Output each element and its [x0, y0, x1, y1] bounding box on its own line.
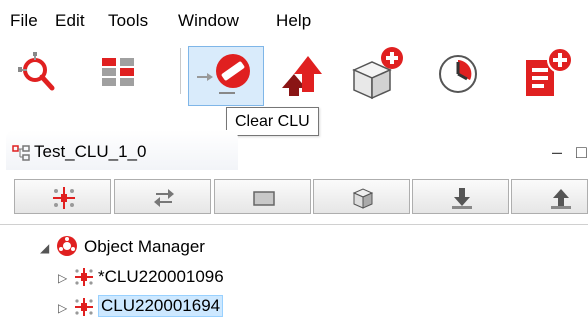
- download-button[interactable]: [412, 179, 509, 214]
- minimize-icon[interactable]: –: [552, 142, 562, 163]
- add-document-icon: [526, 47, 573, 96]
- tree-item-label: CLU220001694: [98, 295, 224, 317]
- clear-clu-button[interactable]: [188, 46, 264, 106]
- tab-label: Test_CLU_1_0: [34, 142, 147, 161]
- menu-window[interactable]: Window: [178, 11, 239, 31]
- swap-arrows-icon: [154, 189, 174, 207]
- clear-clu-icon: [197, 54, 250, 94]
- cube-button[interactable]: [313, 179, 410, 214]
- add-document-button[interactable]: [516, 44, 588, 100]
- layout-button[interactable]: [96, 44, 146, 100]
- menu-edit[interactable]: Edit: [55, 11, 85, 31]
- upload-button[interactable]: [511, 179, 588, 214]
- view-toolbar: [0, 177, 588, 217]
- clu-tree-icon: [12, 145, 30, 161]
- object-tree: ◢ Object Manager ▷ *CLU220001096 ▷ CLU22…: [0, 224, 588, 331]
- menu-help[interactable]: Help: [276, 11, 311, 31]
- swap-button[interactable]: [114, 179, 211, 214]
- tree-root-label: Object Manager: [84, 237, 205, 256]
- tree-root[interactable]: ◢ Object Manager: [0, 233, 588, 261]
- menu-bar: File Edit Tools Window Help: [0, 0, 588, 38]
- network-view-button[interactable]: [14, 179, 111, 214]
- expand-right-icon[interactable]: ▷: [58, 271, 67, 285]
- tab-test-clu[interactable]: Test_CLU_1_0: [6, 130, 238, 170]
- toolbar-separator: [180, 48, 181, 94]
- tree-item-label: *CLU220001096: [98, 267, 224, 286]
- layout-grid-icon: [102, 58, 134, 86]
- rectangle-button[interactable]: [214, 179, 311, 214]
- expand-down-icon[interactable]: ◢: [40, 241, 49, 255]
- menu-tools[interactable]: Tools: [108, 11, 148, 31]
- maximize-icon[interactable]: □: [576, 142, 587, 163]
- upload-arrows-button[interactable]: [272, 44, 322, 100]
- upload-arrows-icon: [282, 56, 322, 96]
- view-tab-bar: Test_CLU_1_0 – □: [0, 128, 588, 172]
- cube-icon: [352, 188, 374, 209]
- rectangle-icon: [253, 191, 275, 206]
- network-icon: [53, 187, 75, 209]
- clock-button[interactable]: [434, 44, 484, 100]
- tree-item[interactable]: ▷ CLU220001694: [0, 293, 588, 321]
- clock-icon: [439, 55, 477, 93]
- clu-node-icon: [75, 268, 93, 286]
- add-box-button[interactable]: [348, 44, 404, 100]
- search-network-icon: [18, 52, 55, 91]
- upload-icon: [551, 189, 571, 209]
- menu-file[interactable]: File: [10, 11, 38, 31]
- clu-node-icon: [75, 298, 93, 316]
- expand-right-icon[interactable]: ▷: [58, 301, 67, 315]
- add-box-icon: [352, 47, 403, 100]
- download-icon: [452, 188, 472, 209]
- object-manager-icon: [57, 236, 77, 256]
- tree-item[interactable]: ▷ *CLU220001096: [0, 263, 588, 291]
- search-network-button[interactable]: [10, 44, 60, 100]
